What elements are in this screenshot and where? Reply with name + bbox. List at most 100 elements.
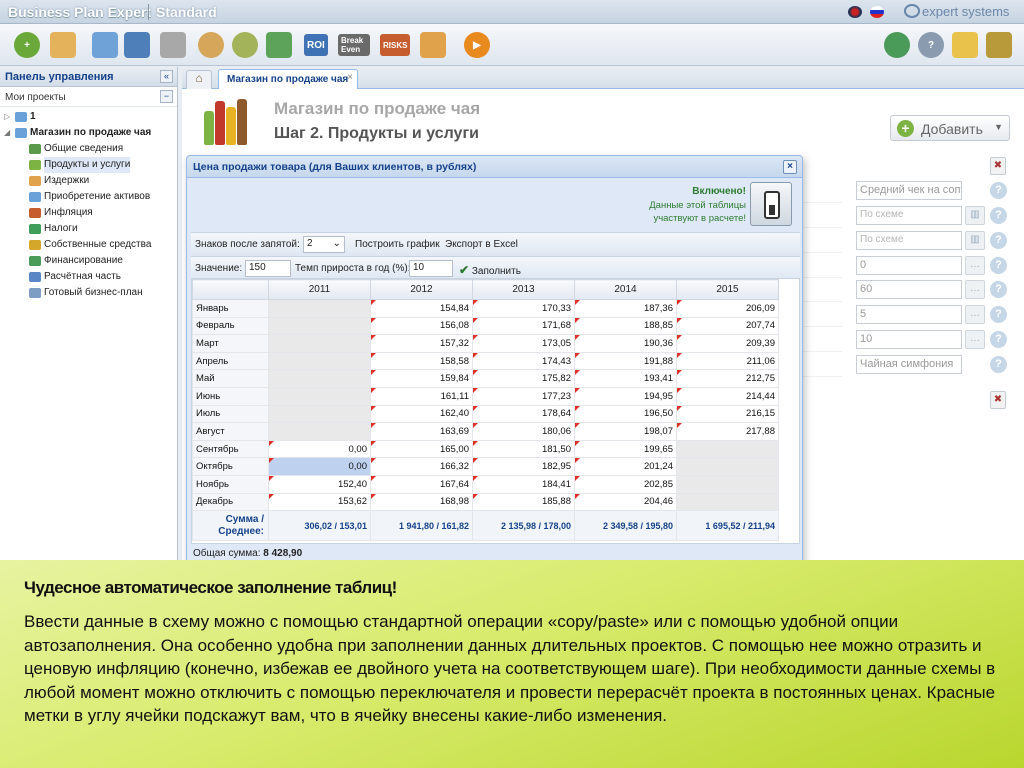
- tree-item[interactable]: Налоги: [0, 221, 177, 237]
- price-cell[interactable]: 187,36: [574, 299, 677, 318]
- russian-flag-icon[interactable]: [870, 6, 884, 18]
- price-cell[interactable]: 168,98: [370, 492, 473, 512]
- price-cell[interactable]: 159,84: [370, 369, 473, 388]
- tab-close-icon[interactable]: ×: [347, 72, 353, 83]
- price-cell[interactable]: 173,05: [472, 334, 575, 353]
- tree-item[interactable]: Финансирование: [0, 253, 177, 269]
- product-field[interactable]: 0: [856, 256, 962, 275]
- product-field[interactable]: 10: [856, 330, 962, 349]
- projects-toggle-button[interactable]: −: [160, 90, 173, 103]
- product-field[interactable]: 5: [856, 305, 962, 324]
- money-bag-icon[interactable]: [232, 32, 258, 58]
- arrows-icon[interactable]: [266, 32, 292, 58]
- price-cell[interactable]: 180,06: [472, 422, 575, 441]
- product-field[interactable]: По схеме: [856, 206, 962, 225]
- price-cell[interactable]: 165,00: [370, 439, 473, 459]
- help-icon[interactable]: ?: [990, 331, 1007, 348]
- help-icon[interactable]: ?: [990, 281, 1007, 298]
- delete-row-icon[interactable]: ✖: [990, 391, 1006, 409]
- close-icon[interactable]: ×: [783, 160, 797, 174]
- help-icon[interactable]: ?: [918, 32, 944, 58]
- growth-input[interactable]: 10: [409, 260, 453, 277]
- price-cell[interactable]: 188,85: [574, 316, 677, 336]
- price-cell[interactable]: 211,06: [676, 351, 779, 371]
- price-cell[interactable]: 202,85: [574, 474, 677, 494]
- tree-item[interactable]: ▷ 1: [0, 109, 177, 125]
- price-cell[interactable]: 175,82: [472, 369, 575, 388]
- open-project-icon[interactable]: [50, 32, 76, 58]
- price-cell[interactable]: 214,44: [676, 386, 779, 406]
- price-cell[interactable]: 0,00: [268, 457, 371, 476]
- tree-item[interactable]: Собственные средства: [0, 237, 177, 253]
- price-cell[interactable]: 216,15: [676, 404, 779, 424]
- decimals-select[interactable]: 2 ⌄: [303, 236, 345, 253]
- tree-item[interactable]: Расчётная часть: [0, 269, 177, 285]
- tree-expander-icon[interactable]: ▷: [4, 109, 10, 125]
- tree-expander-icon[interactable]: ◢: [4, 125, 10, 141]
- help-icon[interactable]: ?: [990, 306, 1007, 323]
- exit-icon[interactable]: [986, 32, 1012, 58]
- value-input[interactable]: 150: [245, 260, 291, 277]
- puzzle-icon[interactable]: [420, 32, 446, 58]
- price-cell[interactable]: 161,11: [370, 386, 473, 406]
- price-cell[interactable]: 212,75: [676, 369, 779, 388]
- home-tab[interactable]: ⌂: [186, 70, 212, 89]
- price-cell[interactable]: 171,68: [472, 316, 575, 336]
- price-cell[interactable]: 196,50: [574, 404, 677, 424]
- risks-button[interactable]: RISKS: [380, 34, 411, 56]
- price-cell[interactable]: 198,07: [574, 422, 677, 441]
- chart-icon[interactable]: ▥: [965, 231, 985, 250]
- price-cell[interactable]: 206,09: [676, 299, 779, 318]
- english-flag-icon[interactable]: [848, 6, 862, 18]
- ellipsis-button[interactable]: …: [965, 256, 985, 275]
- price-cell[interactable]: 174,43: [472, 351, 575, 371]
- price-cell[interactable]: 178,64: [472, 404, 575, 424]
- price-cell[interactable]: 156,08: [370, 316, 473, 336]
- new-project-button[interactable]: +: [14, 32, 40, 58]
- ellipsis-button[interactable]: …: [965, 305, 985, 324]
- product-field[interactable]: Средний чек на сопутст: [856, 181, 962, 200]
- help-icon[interactable]: ?: [990, 207, 1007, 224]
- tree-item[interactable]: Продукты и услуги: [0, 157, 177, 173]
- price-cell[interactable]: 166,32: [370, 457, 473, 476]
- enable-switch[interactable]: [750, 182, 792, 226]
- tree-item[interactable]: Общие сведения: [0, 141, 177, 157]
- help-icon[interactable]: ?: [990, 257, 1007, 274]
- tab-tea-shop[interactable]: Магазин по продаже чая ×: [218, 69, 358, 90]
- break-even-button[interactable]: Break Even: [338, 34, 370, 56]
- export-excel-link[interactable]: Экспорт в Excel: [445, 239, 518, 250]
- fill-button[interactable]: ✔ Заполнить: [459, 263, 521, 277]
- price-cell[interactable]: 184,41: [472, 474, 575, 494]
- price-cell[interactable]: 163,69: [370, 422, 473, 441]
- price-cell[interactable]: 167,64: [370, 474, 473, 494]
- price-cell[interactable]: 209,39: [676, 334, 779, 353]
- price-cell[interactable]: 190,36: [574, 334, 677, 353]
- price-cell[interactable]: 177,23: [472, 386, 575, 406]
- ellipsis-button[interactable]: …: [965, 330, 985, 349]
- price-cell[interactable]: 207,74: [676, 316, 779, 336]
- price-cell[interactable]: 181,50: [472, 439, 575, 459]
- copy-project-icon[interactable]: [92, 32, 118, 58]
- edit-icon[interactable]: [952, 32, 978, 58]
- price-cell[interactable]: 0,00: [268, 439, 371, 459]
- price-cell[interactable]: 152,40: [268, 474, 371, 494]
- product-field[interactable]: По схеме: [856, 231, 962, 250]
- chart-icon[interactable]: ▥: [965, 206, 985, 225]
- build-chart-link[interactable]: Построить график: [355, 239, 440, 250]
- help-icon[interactable]: ?: [990, 356, 1007, 373]
- product-field[interactable]: Чайная симфония: [856, 355, 962, 374]
- tree-item[interactable]: ◢ Магазин по продаже чая: [0, 125, 177, 141]
- user-settings-icon[interactable]: [884, 32, 910, 58]
- price-cell[interactable]: 157,32: [370, 334, 473, 353]
- delete-project-icon[interactable]: [160, 32, 186, 58]
- ellipsis-button[interactable]: …: [965, 280, 985, 299]
- price-cell[interactable]: 204,46: [574, 492, 677, 512]
- price-cell[interactable]: 201,24: [574, 457, 677, 476]
- help-icon[interactable]: ?: [990, 182, 1007, 199]
- price-cell[interactable]: 162,40: [370, 404, 473, 424]
- scales-icon[interactable]: [198, 32, 224, 58]
- price-cell[interactable]: 199,65: [574, 439, 677, 459]
- price-cell[interactable]: 153,62: [268, 492, 371, 512]
- delete-row-icon[interactable]: ✖: [990, 157, 1006, 175]
- price-cell[interactable]: 154,84: [370, 299, 473, 318]
